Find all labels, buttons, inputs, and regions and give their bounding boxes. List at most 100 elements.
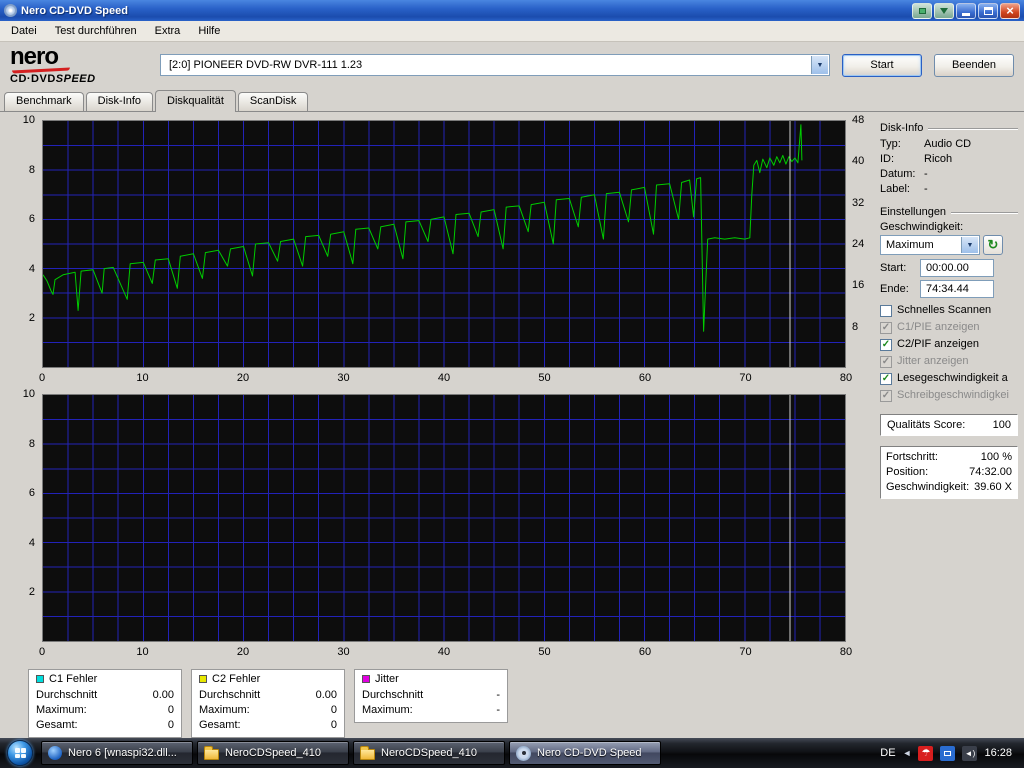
y2-tick-label: 32 bbox=[852, 197, 864, 209]
checkbox-icon[interactable]: ✓ bbox=[880, 339, 892, 351]
task-buttons: Nero 6 [wnaspi32.dll...NeroCDSpeed_410Ne… bbox=[41, 741, 661, 765]
speed-row: Maximum ▼ ↻ bbox=[880, 235, 1018, 255]
menu-item-test-durchführen[interactable]: Test durchführen bbox=[46, 22, 146, 40]
chevron-down-icon[interactable]: ▼ bbox=[961, 237, 978, 253]
close-button[interactable]: × bbox=[1000, 3, 1020, 19]
drive-select[interactable]: [2:0] PIONEER DVD-RW DVR-111 1.23 ▼ bbox=[160, 54, 830, 76]
start-time-field[interactable]: 00:00.00 bbox=[920, 259, 994, 277]
tray-expand-icon[interactable]: ◄ bbox=[903, 748, 912, 758]
disk-info-title: Disk-Info bbox=[880, 122, 1018, 134]
menu-item-extra[interactable]: Extra bbox=[146, 22, 190, 40]
speed-select-value: Maximum bbox=[886, 239, 934, 251]
x-tick-label: 80 bbox=[840, 646, 852, 658]
disk-info-row: Datum:- bbox=[880, 167, 1018, 182]
y-tick-label: 2 bbox=[29, 312, 35, 324]
titlebar-extra-button-2[interactable] bbox=[934, 3, 954, 19]
legend-swatch-icon bbox=[36, 675, 44, 683]
x-tick-label: 60 bbox=[639, 372, 651, 384]
nero-cd-dvd-speed-window: Nero CD-DVD Speed × DateiTest durchführe… bbox=[0, 0, 1024, 768]
start-button[interactable]: Start bbox=[842, 54, 922, 77]
checkbox-label: Lesegeschwindigkeit a bbox=[897, 370, 1008, 387]
legend-stat-row: Maximum:0 bbox=[199, 703, 337, 718]
checkbox-jitter-anzeigen: ✓ Jitter anzeigen bbox=[880, 353, 1018, 370]
checkbox-icon[interactable] bbox=[880, 305, 892, 317]
y-tick-label: 8 bbox=[29, 164, 35, 176]
end-time-field[interactable]: 74:34.44 bbox=[920, 280, 994, 298]
taskbar-button-nerocdspeed-410[interactable]: NeroCDSpeed_410 bbox=[353, 741, 505, 765]
legend-stat-row: Durchschnitt0.00 bbox=[199, 688, 337, 703]
tab-disk-info[interactable]: Disk-Info bbox=[86, 92, 153, 111]
x-tick-label: 50 bbox=[538, 372, 550, 384]
checkbox-lesegeschwindigkeit-a[interactable]: ✓ Lesegeschwindigkeit a bbox=[880, 370, 1018, 387]
minimize-button[interactable] bbox=[956, 3, 976, 19]
system-tray: DE ◄ ☂ ◄) 16:28 bbox=[871, 746, 1021, 761]
checkbox-icon: ✓ bbox=[880, 322, 892, 334]
tab-strip: BenchmarkDisk-InfoDiskqualitätScanDisk bbox=[0, 88, 1024, 112]
checkbox-label: Jitter anzeigen bbox=[897, 353, 969, 370]
sidebar: Disk-Info Typ:Audio CDID:RicohDatum:-Lab… bbox=[872, 120, 1022, 738]
tab-benchmark[interactable]: Benchmark bbox=[4, 92, 84, 111]
maximize-button[interactable] bbox=[978, 3, 998, 19]
legend-row: C1 FehlerDurchschnitt0.00Maximum:0Gesamt… bbox=[28, 669, 872, 738]
checkbox-c2-pif-anzeigen[interactable]: ✓ C2/PIF anzeigen bbox=[880, 336, 1018, 353]
menu-item-datei[interactable]: Datei bbox=[2, 22, 46, 40]
tab-scandisk[interactable]: ScanDisk bbox=[238, 92, 308, 111]
disk-info-rows: Typ:Audio CDID:RicohDatum:-Label:- bbox=[880, 137, 1018, 197]
start-time-label: Start: bbox=[880, 262, 920, 274]
display-tray-icon[interactable] bbox=[940, 746, 955, 761]
y-tick-label: 4 bbox=[29, 537, 35, 549]
x-tick-label: 60 bbox=[639, 646, 651, 658]
refresh-button[interactable]: ↻ bbox=[983, 235, 1003, 255]
taskbar-button-nerocdspeed-410[interactable]: NeroCDSpeed_410 bbox=[197, 741, 349, 765]
x-tick-label: 30 bbox=[337, 372, 349, 384]
clock[interactable]: 16:28 bbox=[984, 747, 1012, 759]
x-tick-label: 20 bbox=[237, 372, 249, 384]
x-tick-label: 30 bbox=[337, 646, 349, 658]
chart2-left-axis: 108642 bbox=[6, 394, 39, 642]
legend-box-c1-fehler: C1 FehlerDurchschnitt0.00Maximum:0Gesamt… bbox=[28, 669, 182, 738]
menu-item-hilfe[interactable]: Hilfe bbox=[189, 22, 229, 40]
chart1-plot-area bbox=[42, 120, 846, 368]
legend-stat-row: Durchschnitt- bbox=[362, 688, 500, 703]
checkbox-label: C2/PIF anzeigen bbox=[897, 336, 979, 353]
checkbox-label: C1/PIE anzeigen bbox=[897, 319, 980, 336]
checkbox-icon: ✓ bbox=[880, 356, 892, 368]
volume-tray-icon[interactable]: ◄) bbox=[962, 746, 977, 761]
legend-stat-row: Gesamt:0 bbox=[36, 718, 174, 733]
x-tick-label: 10 bbox=[136, 372, 148, 384]
checkbox-schreibgeschwindigkei: ✓ Schreibgeschwindigkei bbox=[880, 387, 1018, 404]
chart1-x-axis: 01020304050607080 bbox=[42, 370, 846, 386]
chart1-left-axis: 108642 bbox=[6, 120, 39, 368]
taskbar-button-nero-cd-dvd-speed[interactable]: Nero CD-DVD Speed bbox=[509, 741, 661, 765]
taskbar-button-nero-6-wnaspi32-dll-[interactable]: Nero 6 [wnaspi32.dll... bbox=[41, 741, 193, 765]
disk-info-row: Label:- bbox=[880, 182, 1018, 197]
titlebar: Nero CD-DVD Speed × bbox=[0, 0, 1024, 21]
checkbox-schnelles-scannen[interactable]: Schnelles Scannen bbox=[880, 302, 1018, 319]
x-tick-label: 70 bbox=[739, 372, 751, 384]
legend-stat-row: Maximum:0 bbox=[36, 703, 174, 718]
checkbox-label: Schreibgeschwindigkei bbox=[897, 387, 1009, 404]
chevron-down-icon[interactable]: ▼ bbox=[811, 56, 828, 74]
start-orb-button[interactable] bbox=[7, 740, 33, 766]
charts-column: 108642 48403224168 01020304050607080 108… bbox=[6, 120, 872, 738]
y2-tick-label: 8 bbox=[852, 321, 858, 333]
speed-select[interactable]: Maximum ▼ bbox=[880, 235, 980, 255]
y-tick-label: 10 bbox=[23, 388, 35, 400]
checkbox-icon[interactable]: ✓ bbox=[880, 373, 892, 385]
titlebar-extra-button-1[interactable] bbox=[912, 3, 932, 19]
nero-logo-subtitle: CD·DVDSPEED bbox=[10, 74, 148, 85]
quality-score-value: 100 bbox=[993, 419, 1011, 431]
cd-icon bbox=[516, 746, 531, 761]
checkbox-icon: ✓ bbox=[880, 390, 892, 402]
x-tick-label: 40 bbox=[438, 646, 450, 658]
chart2-x-axis: 01020304050607080 bbox=[42, 644, 846, 660]
progress-box: Fortschritt:100 %Position:74:32.00Geschw… bbox=[880, 446, 1018, 499]
refresh-icon: ↻ bbox=[988, 237, 999, 253]
antivirus-tray-icon[interactable]: ☂ bbox=[918, 746, 933, 761]
beenden-button[interactable]: Beenden bbox=[934, 54, 1014, 77]
tab-diskqualität[interactable]: Diskqualität bbox=[155, 90, 236, 112]
end-time-row: Ende: 74:34.44 bbox=[880, 280, 1018, 298]
drive-select-value: [2:0] PIONEER DVD-RW DVR-111 1.23 bbox=[169, 59, 362, 71]
legend-stat-row: Durchschnitt0.00 bbox=[36, 688, 174, 703]
language-indicator[interactable]: DE bbox=[880, 747, 895, 759]
